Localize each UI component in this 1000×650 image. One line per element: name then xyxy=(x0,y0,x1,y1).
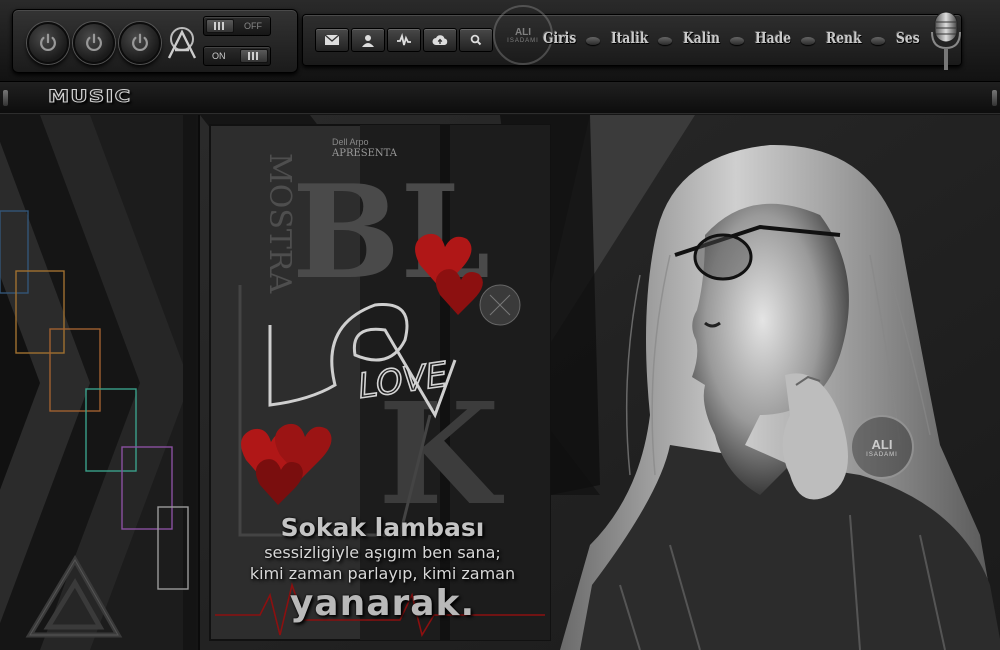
nav-separator xyxy=(658,37,673,45)
music-title: MUSIC xyxy=(47,87,132,108)
switch-knob xyxy=(206,19,234,33)
nav-separator xyxy=(801,37,816,45)
nav-hade[interactable]: Hade xyxy=(755,29,791,47)
power-button-3[interactable] xyxy=(119,22,161,64)
user-icon xyxy=(362,35,374,47)
nav-renk[interactable]: Renk xyxy=(826,29,862,47)
power-icon xyxy=(132,33,148,52)
toggle-on-switch[interactable]: ON xyxy=(203,46,271,66)
nav-giris[interactable]: Giris xyxy=(543,29,576,47)
poem-line-1: sessizligiyle aşıgım ben sana; xyxy=(264,543,501,562)
cloud-upload-icon xyxy=(432,35,448,45)
user-button[interactable] xyxy=(351,28,385,52)
toggle-off-switch[interactable]: OFF xyxy=(203,16,271,36)
toggle-on-label: ON xyxy=(212,51,226,61)
search-icon xyxy=(470,34,482,46)
poem-ending: yanarak. xyxy=(289,583,476,624)
poem-block: Sokak lambası sessizligiyle aşıgım ben s… xyxy=(210,513,555,624)
mail-button[interactable] xyxy=(315,28,349,52)
control-panel: OFF ON xyxy=(12,9,298,73)
watermark-name: ALI xyxy=(514,26,532,38)
main-artwork: BL K MOSTRA Dell Arpo APRESENTA LOVE ALI… xyxy=(198,115,1000,650)
nav-kalin[interactable]: Kalin xyxy=(683,29,720,47)
nav-separator xyxy=(585,37,600,45)
poster-brand-sub: APRESENTA xyxy=(331,148,398,159)
microphone-icon xyxy=(931,11,961,70)
nav-panel: ALI ISADAMI Giris Italik Kalin Hade Renk… xyxy=(302,5,962,66)
poster-brand-top: Dell Arpo xyxy=(332,137,369,147)
search-button[interactable] xyxy=(459,28,493,52)
power-icon xyxy=(40,33,56,52)
power-button-2[interactable] xyxy=(73,22,115,64)
watermark-name: ALI xyxy=(871,436,893,452)
strip-end-cap xyxy=(3,90,8,106)
nav-menu: Giris Italik Kalin Hade Renk Ses xyxy=(543,29,925,47)
nav-ses[interactable]: Ses xyxy=(896,29,920,47)
watermark-badge: ALI ISADAMI xyxy=(850,415,914,479)
top-toolbar: OFF ON ALI ISADAMI Giris Italik Kalin Ha… xyxy=(0,0,1000,82)
poem-title: Sokak lambası xyxy=(280,513,485,542)
waveform-icon xyxy=(397,33,411,46)
cloud-upload-button[interactable] xyxy=(423,28,457,52)
nav-separator xyxy=(871,37,886,45)
waveform-button[interactable] xyxy=(387,28,421,52)
a-logo-icon xyxy=(167,27,197,59)
watermark-sub: ISADAMI xyxy=(507,37,539,44)
nav-separator xyxy=(730,37,745,45)
toggle-off-label: OFF xyxy=(244,21,262,31)
watermark-sub: ISADAMI xyxy=(866,451,898,458)
switch-knob xyxy=(240,49,268,63)
music-strip: MUSIC xyxy=(0,82,1000,114)
strip-end-cap xyxy=(992,90,997,106)
chevron-decor xyxy=(0,115,196,650)
power-button-1[interactable] xyxy=(27,22,69,64)
poem-line-2: kimi zaman parlayıp, kimi zaman xyxy=(249,564,516,583)
power-icon xyxy=(86,33,102,52)
mail-icon xyxy=(324,34,340,45)
left-decor-panel xyxy=(0,115,196,650)
poster-sideword: MOSTRA xyxy=(262,153,297,293)
nav-italik[interactable]: Italik xyxy=(611,29,648,47)
